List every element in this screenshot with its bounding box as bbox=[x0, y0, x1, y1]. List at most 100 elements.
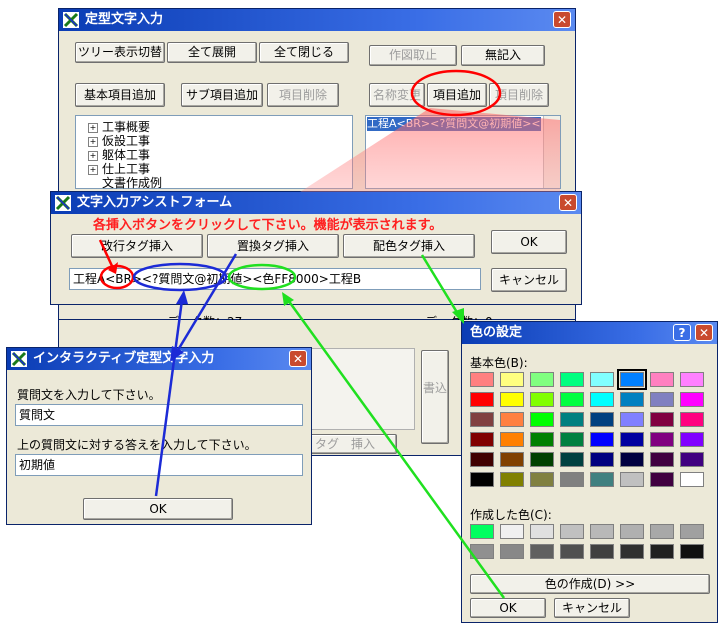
color-swatch[interactable] bbox=[560, 544, 584, 559]
color-swatch[interactable] bbox=[650, 524, 674, 539]
color-swatch[interactable] bbox=[470, 372, 494, 387]
color-swatch[interactable] bbox=[650, 412, 674, 427]
color-swatch[interactable] bbox=[620, 412, 644, 427]
assist-cancel-button[interactable]: キャンセル bbox=[491, 268, 567, 292]
color-swatch[interactable] bbox=[680, 452, 704, 467]
color-swatch[interactable] bbox=[560, 392, 584, 407]
color-swatch[interactable] bbox=[530, 432, 554, 447]
color-swatch[interactable] bbox=[590, 452, 614, 467]
color-swatch[interactable] bbox=[560, 412, 584, 427]
delete-item-left-button[interactable]: 項目削除 bbox=[267, 83, 339, 107]
undo-drawing-button[interactable]: 作図取止 bbox=[369, 45, 457, 66]
color-swatch[interactable] bbox=[470, 392, 494, 407]
color-swatch[interactable] bbox=[680, 372, 704, 387]
expand-icon[interactable]: + bbox=[88, 150, 98, 161]
phrase-list[interactable]: 工程A<BR><?質問文@初期値><色F bbox=[365, 115, 561, 189]
color-swatch[interactable] bbox=[470, 432, 494, 447]
color-swatch[interactable] bbox=[500, 392, 524, 407]
color-swatch[interactable] bbox=[500, 544, 524, 559]
color-swatch[interactable] bbox=[470, 524, 494, 539]
answer-input[interactable]: 初期値 bbox=[15, 454, 303, 476]
phrase-list-scrollbar[interactable] bbox=[543, 116, 560, 188]
color-swatch[interactable] bbox=[590, 392, 614, 407]
add-sub-item-button[interactable]: サブ項目追加 bbox=[181, 83, 263, 107]
color-swatch[interactable] bbox=[650, 472, 674, 487]
color-swatch[interactable] bbox=[500, 412, 524, 427]
color-swatch[interactable] bbox=[650, 392, 674, 407]
color-swatch[interactable] bbox=[680, 472, 704, 487]
expand-icon[interactable]: + bbox=[88, 164, 98, 175]
break-tag-insert-button[interactable]: 改行タグ挿入 bbox=[71, 234, 203, 258]
color-swatch[interactable] bbox=[650, 372, 674, 387]
color-swatch[interactable] bbox=[680, 432, 704, 447]
interactive-ok-button[interactable]: OK bbox=[83, 498, 233, 520]
close-icon[interactable]: ✕ bbox=[695, 324, 713, 341]
color-swatch[interactable] bbox=[590, 412, 614, 427]
color-swatch[interactable] bbox=[470, 412, 494, 427]
color-swatch[interactable] bbox=[590, 472, 614, 487]
close-icon[interactable]: ✕ bbox=[559, 194, 577, 211]
define-custom-colors-button[interactable]: 色の作成(D) >> bbox=[470, 574, 710, 594]
color-swatch[interactable] bbox=[560, 524, 584, 539]
color-swatch[interactable] bbox=[620, 544, 644, 559]
color-swatch[interactable] bbox=[560, 432, 584, 447]
expand-all-button[interactable]: 全て展開 bbox=[167, 42, 257, 63]
color-swatch[interactable] bbox=[500, 472, 524, 487]
delete-item-right-button[interactable]: 項目削除 bbox=[489, 83, 549, 107]
assist-text-input[interactable]: 工程A<BR><?質問文@初期値><色FF8000>工程B bbox=[69, 268, 481, 290]
color-swatch[interactable] bbox=[500, 372, 524, 387]
expand-icon[interactable]: + bbox=[88, 122, 98, 133]
color-swatch[interactable] bbox=[680, 524, 704, 539]
item-tree[interactable]: + 工事概要 + 仮設工事 + 躯体工事 + 仕上工事 文書作成例 bbox=[75, 115, 353, 191]
color-swatch[interactable] bbox=[470, 452, 494, 467]
color-swatch[interactable] bbox=[530, 392, 554, 407]
add-item-button[interactable]: 項目追加 bbox=[427, 83, 487, 107]
color-swatch[interactable] bbox=[500, 524, 524, 539]
color-swatch[interactable] bbox=[590, 432, 614, 447]
color-cancel-button[interactable]: キャンセル bbox=[554, 598, 630, 618]
color-swatch[interactable] bbox=[680, 544, 704, 559]
tree-toggle-button[interactable]: ツリー表示切替 bbox=[75, 42, 165, 63]
color-swatch[interactable] bbox=[590, 372, 614, 387]
color-swatch[interactable] bbox=[530, 452, 554, 467]
help-icon[interactable]: ? bbox=[673, 324, 691, 341]
color-swatch[interactable] bbox=[500, 452, 524, 467]
question-input[interactable]: 質問文 bbox=[15, 404, 303, 426]
color-swatch[interactable] bbox=[530, 524, 554, 539]
replace-tag-insert-button[interactable]: 置換タグ挿入 bbox=[207, 234, 339, 258]
not-entered-button[interactable]: 無記入 bbox=[461, 45, 545, 66]
color-swatch[interactable] bbox=[617, 369, 647, 390]
assist-ok-button[interactable]: OK bbox=[491, 230, 567, 254]
close-icon[interactable]: ✕ bbox=[553, 11, 571, 28]
color-swatch[interactable] bbox=[530, 472, 554, 487]
color-swatch[interactable] bbox=[650, 544, 674, 559]
color-swatch[interactable] bbox=[470, 472, 494, 487]
color-swatch[interactable] bbox=[560, 472, 584, 487]
color-swatch[interactable] bbox=[590, 544, 614, 559]
color-swatch[interactable] bbox=[650, 432, 674, 447]
close-icon[interactable]: ✕ bbox=[289, 350, 307, 367]
add-basic-item-button[interactable]: 基本項目追加 bbox=[75, 83, 165, 107]
color-ok-button[interactable]: OK bbox=[470, 598, 546, 618]
color-swatch[interactable] bbox=[530, 372, 554, 387]
color-swatch[interactable] bbox=[680, 412, 704, 427]
color-swatch[interactable] bbox=[680, 392, 704, 407]
rename-button[interactable]: 名称変更 bbox=[369, 83, 425, 107]
color-swatch[interactable] bbox=[560, 452, 584, 467]
color-swatch[interactable] bbox=[620, 452, 644, 467]
color-swatch[interactable] bbox=[650, 452, 674, 467]
color-swatch[interactable] bbox=[530, 412, 554, 427]
color-swatch[interactable] bbox=[560, 372, 584, 387]
color-swatch[interactable] bbox=[530, 544, 554, 559]
color-swatch[interactable] bbox=[500, 432, 524, 447]
color-swatch[interactable] bbox=[620, 524, 644, 539]
color-tag-insert-button[interactable]: 配色タグ挿入 bbox=[343, 234, 475, 258]
expand-icon[interactable]: + bbox=[88, 136, 98, 147]
collapse-all-button[interactable]: 全て閉じる bbox=[259, 42, 349, 63]
phrase-list-selected[interactable]: 工程A<BR><?質問文@初期値><色F bbox=[367, 117, 541, 131]
write-button[interactable]: 書込 bbox=[421, 350, 449, 444]
color-swatch[interactable] bbox=[620, 472, 644, 487]
tree-item-document-example[interactable]: 文書作成例 bbox=[102, 174, 162, 191]
color-swatch[interactable] bbox=[470, 544, 494, 559]
color-swatch[interactable] bbox=[590, 524, 614, 539]
